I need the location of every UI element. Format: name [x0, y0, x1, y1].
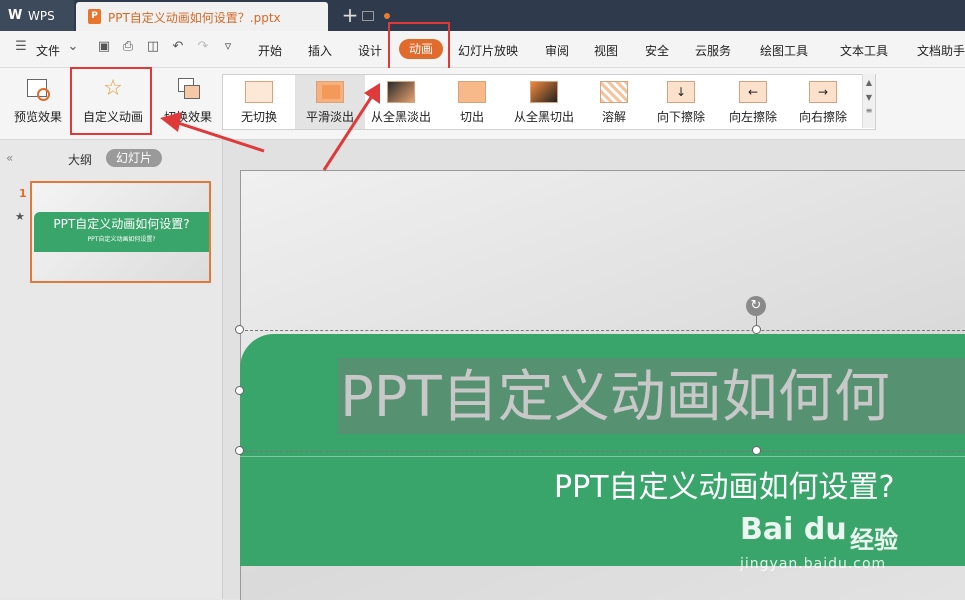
annotation-arrows — [160, 83, 380, 171]
arrow-to-gallery — [322, 95, 374, 171]
arrowhead-icon — [364, 83, 380, 104]
arrowhead-icon — [160, 112, 182, 132]
arrow-to-custom-animation — [174, 120, 265, 153]
